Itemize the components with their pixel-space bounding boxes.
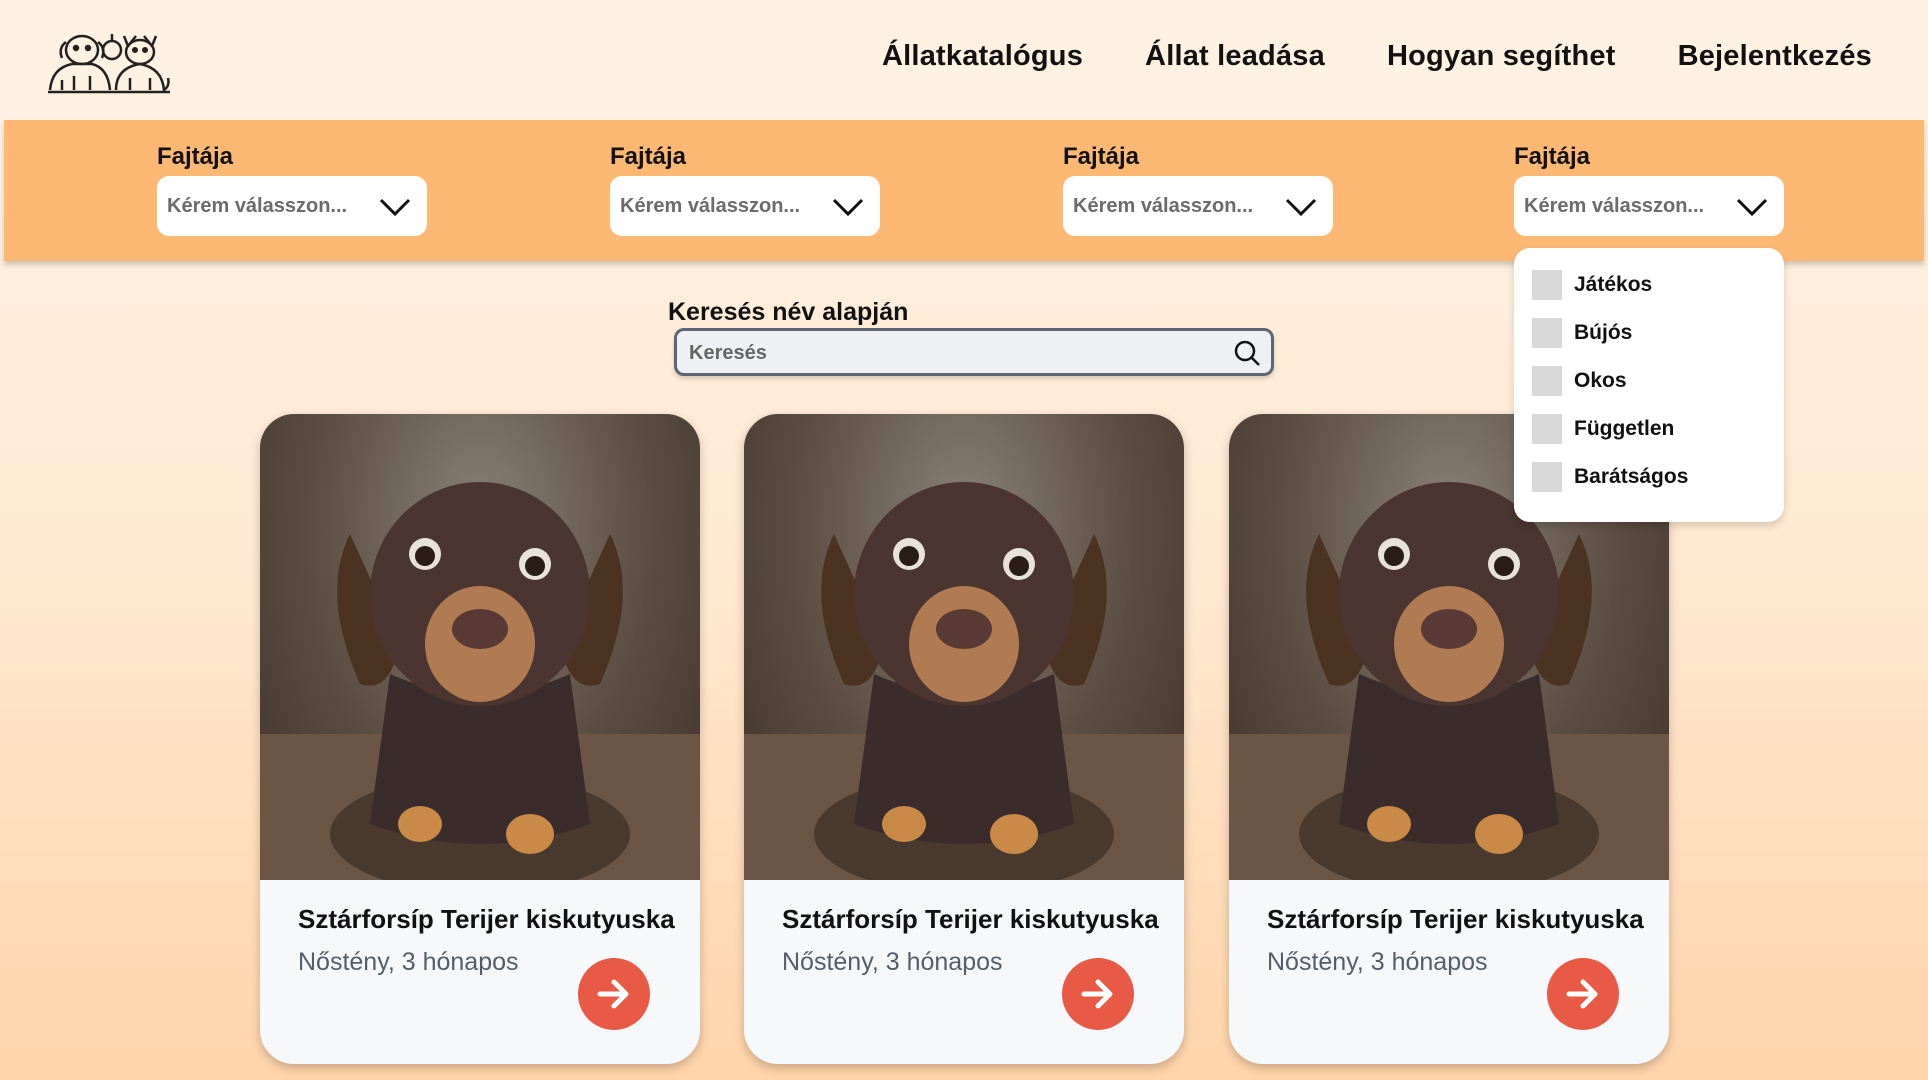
open-pet-button[interactable] xyxy=(578,958,650,1030)
trait-dropdown-menu: Játékos Bújós Okos Független Barátságos xyxy=(1514,248,1784,522)
arrow-right-icon xyxy=(1566,979,1598,1009)
nav-item-how-to-help[interactable]: Hogyan segíthet xyxy=(1387,40,1616,73)
checkbox-icon[interactable] xyxy=(1532,462,1562,492)
nav-item-login[interactable]: Bejelentkezés xyxy=(1678,40,1872,73)
filter-3: Fajtája Kérem válasszon... xyxy=(1063,142,1333,236)
pet-card[interactable]: Sztárforsíp Terijer kiskutyuska Nőstény,… xyxy=(744,414,1184,1064)
checkbox-icon[interactable] xyxy=(1532,270,1562,300)
filter-1: Fajtája Kérem válasszon... xyxy=(157,142,427,236)
chevron-down-icon xyxy=(1736,198,1768,217)
breed-select[interactable]: Kérem válasszon... xyxy=(610,176,880,236)
dropdown-option[interactable]: Barátságos xyxy=(1532,462,1688,492)
nav-item-catalog[interactable]: Állatkatalógus xyxy=(882,40,1083,73)
main-nav: Állatkatalógus Állat leadása Hogyan segí… xyxy=(882,40,1872,73)
pet-details: Nőstény, 3 hónapos xyxy=(1267,948,1488,976)
breed-select[interactable]: Kérem válasszon... xyxy=(1514,176,1784,236)
nav-item-surrender[interactable]: Állat leadása xyxy=(1145,40,1325,73)
dropdown-option[interactable]: Okos xyxy=(1532,366,1627,396)
chevron-down-icon xyxy=(379,198,411,217)
filter-4: Fajtája Kérem válasszon... xyxy=(1514,142,1784,236)
select-placeholder: Kérem válasszon... xyxy=(1524,194,1705,217)
checkbox-icon[interactable] xyxy=(1532,414,1562,444)
checkbox-icon[interactable] xyxy=(1532,318,1562,348)
logo-pets-icon[interactable] xyxy=(44,28,174,98)
dropdown-option[interactable]: Bújós xyxy=(1532,318,1632,348)
select-placeholder: Kérem válasszon... xyxy=(1073,194,1254,217)
pet-details: Nőstény, 3 hónapos xyxy=(298,948,519,976)
filter-label: Fajtája xyxy=(1063,143,1140,170)
pet-name: Sztárforsíp Terijer kiskutyuska xyxy=(298,904,675,934)
pet-name: Sztárforsíp Terijer kiskutyuska xyxy=(782,904,1159,934)
select-placeholder: Kérem válasszon... xyxy=(620,194,801,217)
search-icon[interactable] xyxy=(1233,339,1261,367)
option-label: Független xyxy=(1574,417,1675,440)
search-label: Keresés név alapján xyxy=(668,298,909,326)
option-label: Okos xyxy=(1574,369,1627,392)
pet-photo xyxy=(744,414,1184,880)
pet-card[interactable]: Sztárforsíp Terijer kiskutyuska Nőstény,… xyxy=(260,414,700,1064)
breed-select[interactable]: Kérem válasszon... xyxy=(1063,176,1333,236)
select-placeholder: Kérem válasszon... xyxy=(167,194,348,217)
chevron-down-icon xyxy=(1285,198,1317,217)
arrow-right-icon xyxy=(597,979,629,1009)
open-pet-button[interactable] xyxy=(1062,958,1134,1030)
breed-select[interactable]: Kérem válasszon... xyxy=(157,176,427,236)
dropdown-option[interactable]: Játékos xyxy=(1532,270,1652,300)
option-label: Bújós xyxy=(1574,321,1633,344)
arrow-right-icon xyxy=(1081,979,1113,1009)
filter-bar: Fajtája Kérem válasszon... Fajtája Kérem… xyxy=(4,120,1924,261)
checkbox-icon[interactable] xyxy=(1532,366,1562,396)
option-label: Barátságos xyxy=(1574,465,1689,488)
pet-photo xyxy=(260,414,700,880)
filter-label: Fajtája xyxy=(610,143,687,170)
dropdown-option[interactable]: Független xyxy=(1532,414,1674,444)
filter-label: Fajtája xyxy=(157,143,234,170)
header: Állatkatalógus Állat leadása Hogyan segí… xyxy=(4,0,1924,120)
pet-name: Sztárforsíp Terijer kiskutyuska xyxy=(1267,904,1644,934)
filter-label: Fajtája xyxy=(1514,143,1591,170)
open-pet-button[interactable] xyxy=(1547,958,1619,1030)
search-box xyxy=(674,328,1274,376)
filter-2: Fajtája Kérem válasszon... xyxy=(610,142,880,236)
chevron-down-icon xyxy=(832,198,864,217)
pet-details: Nőstény, 3 hónapos xyxy=(782,948,1003,976)
option-label: Játékos xyxy=(1574,273,1653,296)
search-input[interactable] xyxy=(687,331,1211,375)
